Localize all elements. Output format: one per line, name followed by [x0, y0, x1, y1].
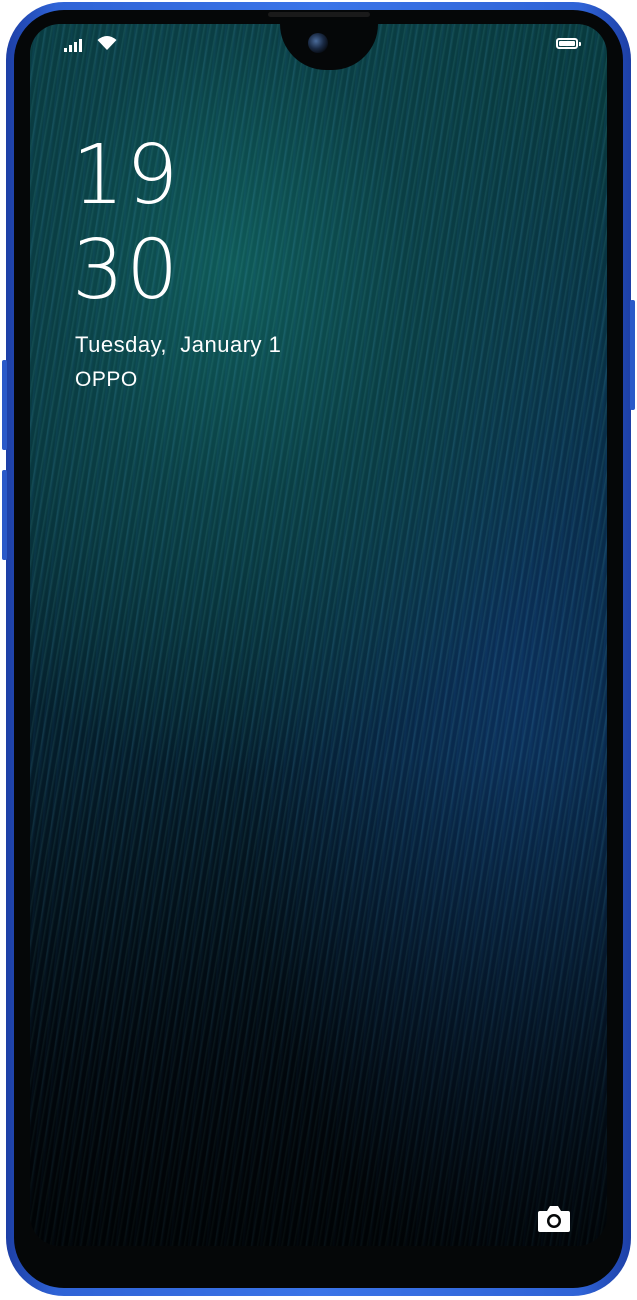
lockscreen-date: Tuesday, January 1	[75, 332, 282, 357]
clock-minutes: 30	[72, 223, 181, 318]
carrier-name: OPPO	[75, 368, 138, 391]
camera-shortcut-button[interactable]	[536, 1203, 572, 1235]
volume-down-button	[2, 470, 7, 560]
cellular-signal-icon	[64, 38, 86, 52]
battery-icon	[556, 38, 581, 49]
earpiece-speaker	[268, 12, 370, 17]
status-bar	[60, 34, 581, 54]
battery-level-fill	[559, 41, 575, 46]
clock-hours: 19	[72, 128, 181, 223]
volume-up-button	[2, 360, 7, 450]
power-button	[630, 300, 635, 410]
phone-device: 19 30 Tuesday, January 1 OPPO	[0, 0, 637, 1300]
lockscreen-clock: 19 30	[72, 128, 180, 318]
wifi-icon	[97, 36, 117, 50]
camera-icon	[538, 1206, 570, 1232]
